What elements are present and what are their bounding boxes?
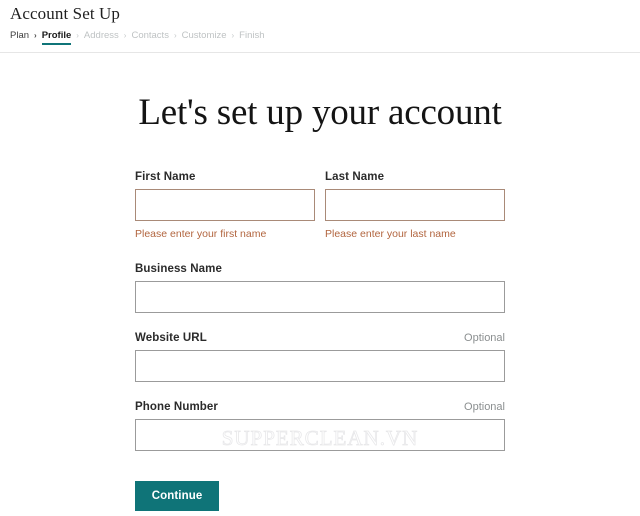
page-title: Account Set Up [10,4,120,23]
chevron-right-icon: › [173,31,177,40]
chevron-right-icon: › [231,31,235,40]
business-name-label-line: Business Name [135,263,505,275]
first-name-label: First Name [135,171,196,183]
last-name-field: Last Name Please enter your last name [325,171,505,241]
phone-number-label-line: Phone Number Optional [135,401,505,413]
last-name-label: Last Name [325,171,385,183]
phone-number-label: Phone Number [135,401,218,413]
name-row: First Name Please enter your first name … [135,171,505,241]
chevron-right-icon: › [123,31,127,40]
website-url-label: Website URL [135,332,207,344]
business-name-label: Business Name [135,263,222,275]
phone-number-field: Phone Number Optional [135,401,505,451]
last-name-error: Please enter your last name [325,228,456,240]
continue-button[interactable]: Continue [135,481,219,511]
form-heading: Let's set up your account [138,92,502,133]
website-url-input[interactable] [135,350,505,382]
business-name-field: Business Name [135,263,505,313]
first-name-input[interactable] [135,189,315,221]
main-content: Let's set up your account SUPPERCLEAN.VN… [0,53,640,511]
app-header: Account Set Up Plan › Profile › Address … [0,0,640,45]
business-name-input[interactable] [135,281,505,313]
breadcrumb-item-plan[interactable]: Plan [10,30,29,45]
breadcrumb-item-customize[interactable]: Customize [182,30,227,45]
phone-number-optional-badge: Optional [464,401,505,413]
phone-number-input[interactable] [135,419,505,451]
first-name-label-line: First Name [135,171,315,183]
breadcrumb: Plan › Profile › Address › Contacts › Cu… [10,27,640,45]
chevron-right-icon: › [34,31,37,40]
website-url-optional-badge: Optional [464,332,505,344]
form-actions: Continue [135,481,505,511]
account-setup-form: SUPPERCLEAN.VN First Name Please enter y… [135,135,505,511]
last-name-label-line: Last Name [325,171,505,183]
first-name-error: Please enter your first name [135,228,267,240]
website-url-label-line: Website URL Optional [135,332,505,344]
chevron-right-icon: › [76,31,79,40]
breadcrumb-item-address[interactable]: Address [84,30,119,45]
breadcrumb-item-finish[interactable]: Finish [239,30,264,45]
first-name-field: First Name Please enter your first name [135,171,315,241]
breadcrumb-item-contacts[interactable]: Contacts [131,30,169,45]
last-name-input[interactable] [325,189,505,221]
website-url-field: Website URL Optional [135,332,505,382]
breadcrumb-item-profile[interactable]: Profile [41,30,71,45]
